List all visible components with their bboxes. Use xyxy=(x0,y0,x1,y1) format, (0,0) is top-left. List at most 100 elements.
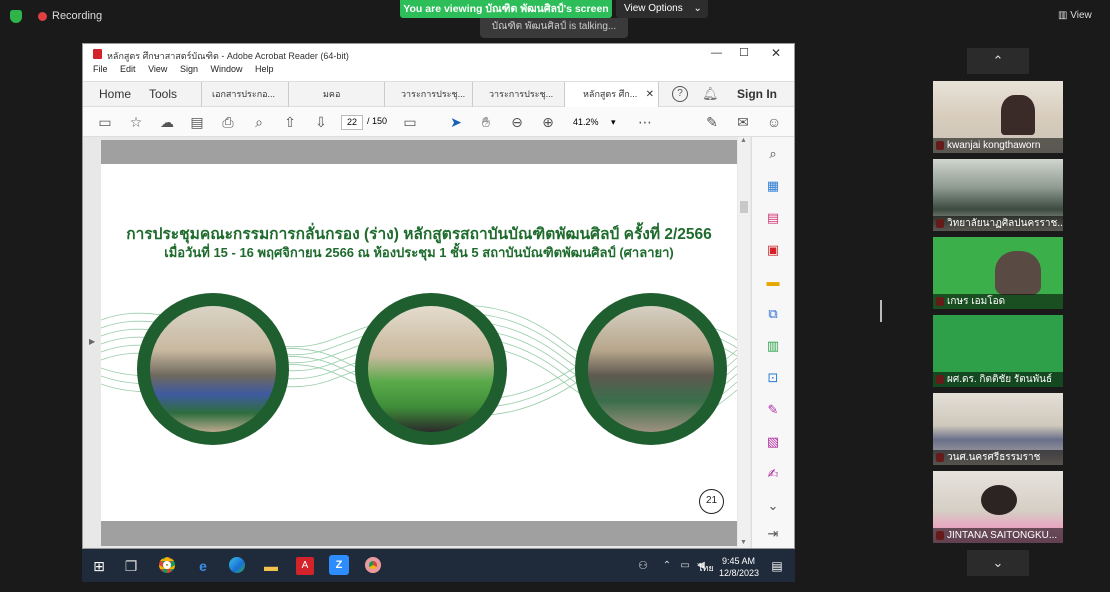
chrome-profile-icon[interactable] xyxy=(364,557,382,575)
zoom-taskbar-icon[interactable]: Z xyxy=(329,555,349,575)
menu-window[interactable]: Window xyxy=(210,64,242,74)
participant-tile[interactable]: วนศ.นครศรีธรรมราช xyxy=(933,393,1063,465)
fill-sign-icon[interactable]: ✎ xyxy=(703,113,721,131)
notifications-icon[interactable]: ▤ xyxy=(768,557,786,575)
panel-resize-handle[interactable] xyxy=(880,300,882,322)
zoom-out-icon[interactable]: ⊖ xyxy=(508,113,526,131)
meeting-photo-1 xyxy=(137,293,289,445)
scroll-thumb[interactable] xyxy=(740,201,748,213)
view-button[interactable]: ▥ View xyxy=(1058,6,1104,26)
page-number-input[interactable]: 22 xyxy=(341,115,363,130)
menu-file[interactable]: File xyxy=(93,64,108,74)
comment-icon[interactable]: ▬ xyxy=(764,273,782,291)
edge-legacy-icon[interactable]: e xyxy=(194,557,212,575)
task-view-icon[interactable]: ❐ xyxy=(122,557,140,575)
expand-tools-icon[interactable]: ⌄ xyxy=(764,497,782,515)
acrobat-taskbar-icon[interactable]: A xyxy=(296,557,314,575)
participant-tile[interactable]: วิทยาลัยนาฏศิลปนครราช... xyxy=(933,159,1063,231)
export-pdf-icon[interactable]: ▦ xyxy=(764,177,782,195)
close-tab-icon[interactable]: ✕ xyxy=(646,82,654,107)
scroll-down-icon[interactable]: ▼ xyxy=(740,539,747,546)
hand-tool-icon[interactable]: ✋︎ xyxy=(477,113,495,131)
fit-page-icon[interactable]: ▭ xyxy=(401,113,419,131)
nav-home[interactable]: Home xyxy=(99,87,131,101)
file-explorer-icon[interactable]: ▬ xyxy=(262,557,280,575)
tab-document[interactable]: เอกสารประกอ... xyxy=(201,82,289,107)
protect-file-icon[interactable]: ▤ xyxy=(188,113,206,131)
email-icon[interactable]: ✉ xyxy=(734,113,752,131)
menu-view[interactable]: View xyxy=(148,64,167,74)
more-options-icon[interactable]: ⋯ xyxy=(636,113,654,131)
slide-subtitle: เมื่อวันที่ 15 - 16 พฤศจิกายน 2566 ณ ห้อ… xyxy=(164,245,674,260)
participant-tile[interactable]: เกษร เอมโอด xyxy=(933,237,1063,309)
search-icon[interactable]: ⌕ xyxy=(250,113,268,131)
create-pdf-icon[interactable]: ▣ xyxy=(764,241,782,259)
zoom-search-icon[interactable]: ⌕ xyxy=(764,145,782,163)
participant-tile[interactable]: kwanjai kongthaworn xyxy=(933,81,1063,153)
next-page-strip xyxy=(101,521,737,546)
sign-in-button[interactable]: Sign In xyxy=(737,87,777,101)
fill-form-icon[interactable]: ▧ xyxy=(764,433,782,451)
windows-taskbar: ⊞ ❐ e ▬ A Z ⚇ ⌃ ▭ ◀ ไทย 9:45 AM 12/8/202… xyxy=(82,549,795,582)
input-language[interactable]: ไทย xyxy=(698,561,714,575)
edge-icon[interactable] xyxy=(228,557,246,575)
scroll-up-icon[interactable]: ▲ xyxy=(740,137,747,144)
scroll-participants-down-button[interactable]: ⌄ xyxy=(967,550,1029,576)
recording-label[interactable]: Recording xyxy=(52,10,102,22)
windows-start-icon[interactable]: ⊞ xyxy=(90,557,108,575)
notification-bell-icon[interactable]: 🔔︎ xyxy=(702,86,719,102)
edit-pdf-icon[interactable]: ✎ xyxy=(764,401,782,419)
security-shield-icon[interactable] xyxy=(10,10,22,23)
chevron-down-icon: ⌄ xyxy=(693,3,702,14)
slide-page-number: 21 xyxy=(699,489,724,514)
left-panel-toggle-icon[interactable]: ▶ xyxy=(89,337,95,346)
page-down-icon[interactable]: ⇩ xyxy=(312,113,330,131)
tab-document[interactable]: วาระการประชุ... xyxy=(473,82,565,107)
photo xyxy=(150,306,276,432)
maximize-icon[interactable]: ☐ xyxy=(739,46,749,59)
save-icon[interactable]: ▭ xyxy=(96,113,114,131)
menu-sign[interactable]: Sign xyxy=(180,64,198,74)
organize-pages-icon[interactable]: ▤ xyxy=(764,209,782,227)
menu-help[interactable]: Help xyxy=(255,64,274,74)
chrome-icon[interactable] xyxy=(158,557,176,575)
participant-tile[interactable]: JINTANA SAITONGKU... xyxy=(933,471,1063,543)
photo xyxy=(588,306,714,432)
participant-tile[interactable]: ผศ.ดร. กิตติชัย รัตนพันธ์ xyxy=(933,315,1063,387)
people-icon[interactable]: ⚇ xyxy=(634,557,652,575)
upload-cloud-icon[interactable]: ☁ xyxy=(158,113,176,131)
vertical-scrollbar[interactable]: ▲ ▼ xyxy=(738,137,750,548)
scroll-participants-up-button[interactable]: ⌃ xyxy=(967,48,1029,74)
scan-ocr-icon[interactable]: ⊡ xyxy=(764,369,782,387)
chevron-up-icon: ⌃ xyxy=(992,53,1004,68)
clock-time[interactable]: 9:45 AM xyxy=(722,556,755,566)
tray-chevron-up-icon[interactable]: ⌃ xyxy=(658,557,676,575)
select-cursor-icon[interactable]: ➤ xyxy=(447,113,465,131)
tab-document-active[interactable]: หลักสูตร ศึก... ✕ xyxy=(565,82,659,108)
view-options-button[interactable]: View Options ⌄ xyxy=(616,0,708,18)
photo xyxy=(368,306,494,432)
compress-pdf-icon[interactable]: ▥ xyxy=(764,337,782,355)
zoom-select[interactable]: 41.2% ▾ xyxy=(569,115,625,130)
help-icon[interactable]: ? xyxy=(672,86,688,102)
tab-document[interactable]: วาระการประชุ... xyxy=(385,82,473,107)
zoom-top-bar: Recording You are viewing บัณฑิต พัฒนศิล… xyxy=(0,0,1110,38)
nav-tools[interactable]: Tools xyxy=(149,87,177,101)
close-window-icon[interactable]: ✕ xyxy=(771,46,781,60)
clock-date[interactable]: 12/8/2023 xyxy=(719,568,759,578)
request-signature-icon[interactable]: ✍ xyxy=(764,465,782,483)
collapse-pane-icon[interactable]: ⇥ xyxy=(764,525,782,543)
tab-document[interactable]: มคอ xyxy=(289,82,385,107)
view-button-label: View xyxy=(1070,10,1092,21)
document-viewport[interactable]: ▶ การประชุมคณะกรรมการกลั่นกรอง (ร่าง) หล… xyxy=(83,137,794,548)
participant-video xyxy=(995,251,1041,295)
print-icon[interactable]: ⎙ xyxy=(219,113,237,131)
zoom-in-icon[interactable]: ⊕ xyxy=(539,113,557,131)
page-up-icon[interactable]: ⇧ xyxy=(281,113,299,131)
participant-name: เกษร เอมโอด xyxy=(933,294,1063,309)
combine-files-icon[interactable]: ⧉ xyxy=(764,305,782,323)
menu-edit[interactable]: Edit xyxy=(120,64,136,74)
bookmark-star-icon[interactable]: ☆ xyxy=(127,113,145,131)
minimize-icon[interactable]: — xyxy=(711,47,722,59)
share-user-icon[interactable]: ☺ xyxy=(765,113,783,131)
